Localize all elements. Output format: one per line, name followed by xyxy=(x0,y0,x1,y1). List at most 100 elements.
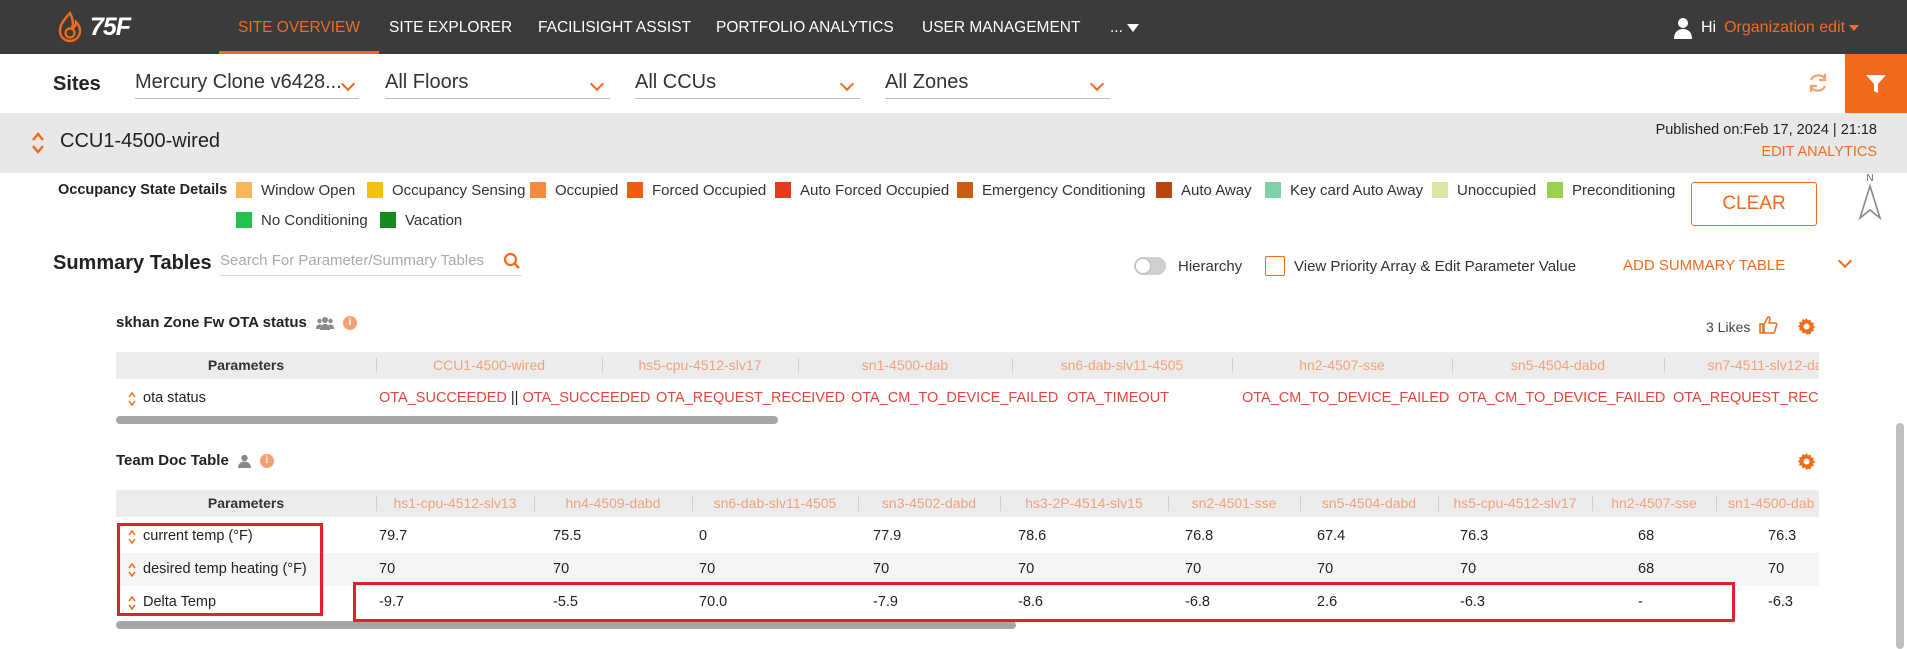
column-header[interactable]: hs3-2P-4514-slv15 xyxy=(1000,490,1168,517)
column-header[interactable]: sn7-4511-slv12-dab xyxy=(1664,352,1819,379)
table-cell: 76.3 xyxy=(1460,528,1489,544)
legend-window-open: Window Open xyxy=(236,180,355,200)
summary-search-input[interactable] xyxy=(220,252,495,269)
chevron-down-icon xyxy=(589,76,605,92)
table-cell: OTA_REQUEST_RECEIVED xyxy=(656,390,846,406)
edit-analytics-link[interactable]: EDIT ANALYTICS xyxy=(1762,144,1878,160)
expand-collapse-icon[interactable] xyxy=(31,130,45,156)
brand-logo[interactable]: 75F xyxy=(56,10,131,44)
search-icon[interactable] xyxy=(503,252,521,270)
cell-value: OTA_SUCCEEDED xyxy=(522,390,651,406)
column-header[interactable]: sn5-4504-dabd xyxy=(1300,490,1438,517)
legend-label: Forced Occupied xyxy=(652,181,767,199)
ccu-name: CCU1-4500-wired xyxy=(60,130,221,152)
column-header[interactable]: sn5-4504-dabd xyxy=(1452,352,1664,379)
thumbs-up-icon[interactable] xyxy=(1758,315,1778,335)
page-vertical-scrollbar[interactable] xyxy=(1896,423,1904,649)
row-label-text: ota status xyxy=(143,390,206,406)
legend-swatch xyxy=(530,182,546,198)
chevron-down-icon[interactable] xyxy=(1837,253,1853,269)
legend-swatch xyxy=(775,182,791,198)
legend-emergency-conditioning: Emergency Conditioning xyxy=(957,180,1145,200)
nav-more-label: ... xyxy=(1110,19,1123,36)
filter-button[interactable] xyxy=(1845,54,1907,113)
flame-logo-icon xyxy=(58,11,82,43)
legend-swatch xyxy=(1156,182,1172,198)
info-icon[interactable]: i xyxy=(342,315,357,330)
site-dropdown[interactable]: Mercury Clone v6428... xyxy=(135,67,359,99)
chevron-down-icon xyxy=(839,76,855,92)
column-header[interactable]: sn1-4500-dab xyxy=(1728,490,1819,517)
table-cell: 70 xyxy=(1768,561,1785,577)
column-header[interactable]: hs5-cpu-4512-slv17 xyxy=(602,352,798,379)
legend-forced-occupied: Forced Occupied xyxy=(627,180,766,200)
ota-table-title: skhan Zone Fw OTA status i xyxy=(116,314,357,331)
column-divider xyxy=(1716,496,1717,511)
clear-button[interactable]: CLEAR xyxy=(1691,182,1817,226)
column-header[interactable]: sn2-4501-sse xyxy=(1168,490,1300,517)
hierarchy-toggle[interactable] xyxy=(1134,257,1166,275)
ccu-header: CCU1-4500-wired Published on:Feb 17, 202… xyxy=(0,113,1907,173)
highlight-box-delta-values xyxy=(353,582,1735,622)
column-header[interactable]: sn6-dab-slv11-4505 xyxy=(692,490,858,517)
organization-dropdown[interactable]: Organization edit xyxy=(1724,19,1860,37)
table-cell: 0 xyxy=(699,528,708,544)
table-header-row: Parameters CCU1-4500-wired hs5-cpu-4512-… xyxy=(116,352,1819,379)
user-menu[interactable]: Hi Organization edit xyxy=(1673,15,1860,41)
highlight-box-row-labels xyxy=(117,523,323,616)
summary-tables-title: Summary Tables xyxy=(53,252,212,274)
published-timestamp: Published on:Feb 17, 2024 | 21:18 xyxy=(1655,122,1877,138)
zone-dropdown-value: All Zones xyxy=(885,71,969,93)
sites-label: Sites xyxy=(53,73,101,95)
legend-swatch xyxy=(957,182,973,198)
toggle-knob xyxy=(1135,258,1151,274)
legend-swatch xyxy=(236,182,252,198)
funnel-icon xyxy=(1866,74,1886,93)
column-header[interactable]: hn2-4507-sse xyxy=(1592,490,1716,517)
chevron-down-icon xyxy=(1089,76,1105,92)
nav-facilisight-assist[interactable]: FACILISIGHT ASSIST xyxy=(538,0,691,54)
ccu-dropdown[interactable]: All CCUs xyxy=(635,67,860,99)
ota-table-title-text: skhan Zone Fw OTA status xyxy=(116,314,307,331)
horizontal-scrollbar[interactable] xyxy=(116,621,1016,629)
ota-status-table: Parameters CCU1-4500-wired hs5-cpu-4512-… xyxy=(116,352,1819,427)
nav-portfolio-analytics[interactable]: PORTFOLIO ANALYTICS xyxy=(716,0,894,54)
gear-icon[interactable] xyxy=(1797,317,1816,336)
table-cell: 77.9 xyxy=(873,528,902,544)
caret-down-icon xyxy=(1849,24,1860,31)
column-header[interactable]: hn4-4509-dabd xyxy=(534,490,692,517)
table-cell: OTA_REQUEST_RECEIVED xyxy=(1673,390,1819,406)
horizontal-scrollbar[interactable] xyxy=(116,416,778,424)
priority-array-checkbox[interactable] xyxy=(1265,256,1285,276)
legend-label: Window Open xyxy=(261,181,356,199)
column-header[interactable]: hs5-cpu-4512-slv17 xyxy=(1438,490,1592,517)
column-header[interactable]: CCU1-4500-wired xyxy=(376,352,602,379)
nav-site-explorer[interactable]: SITE EXPLORER xyxy=(389,0,512,54)
table-cell: 78.6 xyxy=(1018,528,1047,544)
legend-vacation: Vacation xyxy=(380,210,462,230)
nav-site-overview[interactable]: SITE OVERVIEW xyxy=(219,0,380,54)
legend-label: Occupancy Sensing xyxy=(392,181,526,199)
refresh-icon[interactable] xyxy=(1806,71,1830,95)
add-summary-table-button[interactable]: ADD SUMMARY TABLE xyxy=(1623,257,1785,274)
legend-occupancy-sensing: Occupancy Sensing xyxy=(367,180,525,200)
column-header[interactable]: hn2-4507-sse xyxy=(1232,352,1452,379)
column-header[interactable]: hs1-cpu-4512-slv13 xyxy=(376,490,534,517)
occupancy-state-label: Occupancy State Details xyxy=(58,182,228,198)
table-cell: OTA_CM_TO_DEVICE_FAILED xyxy=(851,390,1059,406)
column-header[interactable]: sn6-dab-slv11-4505 xyxy=(1012,352,1232,379)
floor-dropdown[interactable]: All Floors xyxy=(385,67,610,99)
column-header[interactable]: sn3-4502-dabd xyxy=(858,490,1000,517)
table-cell: OTA_CM_TO_DEVICE_FAILED xyxy=(1458,390,1666,406)
column-header[interactable]: sn1-4500-dab xyxy=(798,352,1012,379)
nav-more-menu[interactable]: ... xyxy=(1110,0,1139,54)
nav-user-management[interactable]: USER MANAGEMENT xyxy=(922,0,1080,54)
table-cell: 67.4 xyxy=(1317,528,1346,544)
gear-icon[interactable] xyxy=(1797,452,1816,471)
info-icon[interactable]: i xyxy=(259,453,274,468)
zone-dropdown[interactable]: All Zones xyxy=(885,67,1110,99)
chevron-down-icon xyxy=(340,76,356,92)
legend-label: Auto Forced Occupied xyxy=(800,181,950,199)
sort-icon[interactable] xyxy=(128,391,136,406)
legend-swatch xyxy=(627,182,643,198)
